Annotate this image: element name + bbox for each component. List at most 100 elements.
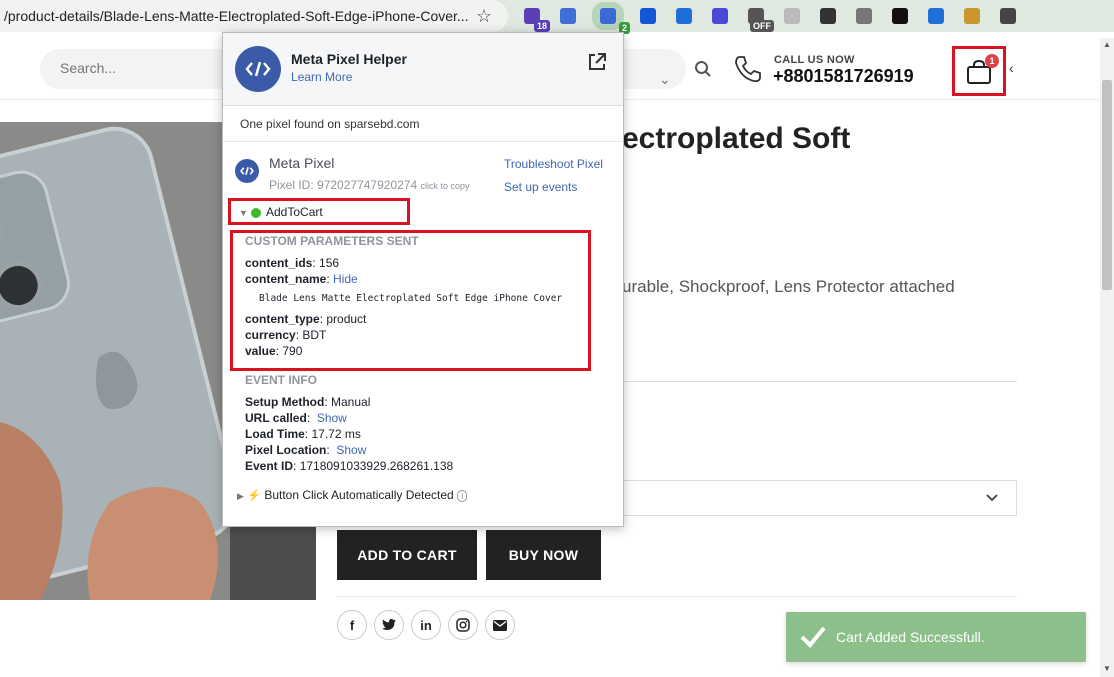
page-scrollbar[interactable]: ▲ ▼ xyxy=(1100,38,1114,677)
setup-events-link[interactable]: Set up events xyxy=(504,180,577,194)
url-text[interactable]: /product-details/Blade-Lens-Matte-Electr… xyxy=(4,8,469,24)
expand-triangle-icon[interactable]: ▶ xyxy=(237,491,244,501)
pixel-helper-logo-icon xyxy=(235,46,281,92)
facebook-icon[interactable]: f xyxy=(337,610,367,640)
custom-params-title: CUSTOM PARAMETERS SENT xyxy=(245,234,419,248)
learn-more-link[interactable]: Learn More xyxy=(291,70,352,84)
cart-count-badge: 1 xyxy=(985,54,999,68)
info-icon[interactable]: i xyxy=(457,490,468,502)
cart-success-toast[interactable]: Cart Added Successfull. xyxy=(786,612,1086,662)
info-load-time: Load Time: 17.72 ms xyxy=(245,427,361,441)
show-url-link[interactable]: Show xyxy=(317,411,347,425)
check-icon xyxy=(800,626,826,648)
gear-ext-icon[interactable] xyxy=(708,4,732,28)
event-info-title: EVENT INFO xyxy=(245,373,318,387)
instagram-icon[interactable] xyxy=(448,610,478,640)
qr-ext-icon[interactable] xyxy=(816,4,840,28)
click-to-copy[interactable]: click to copy xyxy=(420,181,469,191)
ghost-ext-icon[interactable] xyxy=(888,4,912,28)
expand-triangle-icon[interactable]: ▼ xyxy=(239,208,248,218)
globe-ext-icon[interactable] xyxy=(852,4,876,28)
eye-ext-icon[interactable] xyxy=(672,4,696,28)
category-chevron-icon[interactable]: ⌄ xyxy=(659,71,671,88)
phone-icon xyxy=(735,56,761,83)
auto-detected-row[interactable]: ▶ ⚡ Button Click Automatically Detected … xyxy=(237,488,468,502)
param-content-name: content_name: Hide xyxy=(245,272,358,286)
toast-message: Cart Added Successfull. xyxy=(836,629,985,645)
screen: { "browser": { "url": "/product-details/… xyxy=(0,0,1114,677)
tag-ext-icon[interactable] xyxy=(924,4,948,28)
extensions-row: 18 2 OFF xyxy=(520,2,1032,34)
event-row-addtocart[interactable]: ▼ AddToCart xyxy=(228,198,410,225)
pixel-helper-ext-icon[interactable]: 2 xyxy=(592,2,630,34)
auto-detected-text: Button Click Automatically Detected xyxy=(264,488,454,502)
divider xyxy=(622,381,1017,382)
social-share-row: f in xyxy=(337,610,515,640)
calendar-ext-icon[interactable]: 18 xyxy=(520,4,550,32)
globe-ext-glyph xyxy=(856,8,872,24)
product-description: urable, Shockproof, Lens Protector attac… xyxy=(622,277,955,296)
gear-ext-glyph xyxy=(712,8,728,24)
link-ext-glyph xyxy=(784,8,800,24)
troubleshoot-pixel-link[interactable]: Troubleshoot Pixel xyxy=(504,157,603,171)
lightning-icon: ⚡ xyxy=(247,490,261,502)
call-label: CALL US NOW xyxy=(774,54,855,66)
pixel-helper-popup: Meta Pixel Helper Learn More One pixel f… xyxy=(222,32,624,527)
off-ext-icon[interactable]: OFF xyxy=(744,4,774,32)
link-ext-icon[interactable] xyxy=(780,4,804,28)
show-location-link[interactable]: Show xyxy=(336,443,366,457)
param-value: value: 790 xyxy=(245,344,303,358)
person-ext-glyph xyxy=(964,8,980,24)
twitter-icon[interactable] xyxy=(374,610,404,640)
info-setup-method: Setup Method: Manual xyxy=(245,395,371,409)
puzzle-icon[interactable] xyxy=(996,4,1020,28)
param-currency: currency: BDT xyxy=(245,328,327,342)
chevron-left-icon[interactable]: ‹ xyxy=(1009,60,1014,76)
linkedin-icon[interactable]: in xyxy=(411,610,441,640)
divider xyxy=(223,141,623,142)
success-check-icon xyxy=(251,208,261,218)
event-name: AddToCart xyxy=(266,205,323,219)
product-title: ectroplated Soft xyxy=(622,122,851,155)
scroll-up-arrow-icon[interactable]: ▲ xyxy=(1103,40,1111,49)
qr-ext-glyph xyxy=(820,8,836,24)
external-link-icon[interactable] xyxy=(587,52,607,72)
ghost-ext-glyph xyxy=(892,8,908,24)
content-name-value: Blade Lens Matte Electroplated Soft Edge… xyxy=(259,293,563,304)
pixel-helper-ext-glyph xyxy=(600,8,616,24)
meta-pixel-icon xyxy=(235,159,259,183)
reader-ext-glyph xyxy=(560,8,576,24)
person-ext-icon[interactable] xyxy=(960,4,984,28)
chevron-down-icon[interactable] xyxy=(984,489,1000,505)
buy-now-button[interactable]: BUY NOW xyxy=(486,530,601,580)
info-event-id: Event ID: 1718091033929.268261.138 xyxy=(245,459,454,473)
param-content-type: content_type: product xyxy=(245,312,367,326)
divider xyxy=(337,596,1017,597)
layers-ext-glyph xyxy=(640,8,656,24)
phone-number[interactable]: +8801581726919 xyxy=(773,66,914,87)
bookmark-star-icon[interactable]: ☆ xyxy=(476,6,492,27)
pixel-id-row: Pixel ID: 972027747920274 click to copy xyxy=(269,178,470,192)
email-icon[interactable] xyxy=(485,610,515,640)
cart-button[interactable]: 1 xyxy=(952,46,1006,96)
info-pixel-location: Pixel Location: Show xyxy=(245,443,367,457)
info-url-called: URL called: Show xyxy=(245,411,347,425)
reader-ext-icon[interactable] xyxy=(556,4,580,28)
layers-ext-icon[interactable] xyxy=(636,4,660,28)
pixel-id[interactable]: 972027747920274 xyxy=(317,178,417,192)
scroll-down-arrow-icon[interactable]: ▼ xyxy=(1103,664,1111,673)
variant-select[interactable] xyxy=(622,480,1017,516)
hide-link[interactable]: Hide xyxy=(333,272,358,286)
param-content-ids: content_ids: 156 xyxy=(245,256,340,270)
extension-badge: 18 xyxy=(533,20,550,32)
pixel-id-label: Pixel ID: xyxy=(269,178,314,192)
popup-title: Meta Pixel Helper xyxy=(291,51,407,67)
add-to-cart-button[interactable]: ADD TO CART xyxy=(337,530,477,580)
eye-ext-glyph xyxy=(676,8,692,24)
search-icon[interactable] xyxy=(694,60,712,78)
scroll-thumb[interactable] xyxy=(1102,80,1112,290)
puzzle-glyph xyxy=(1000,8,1016,24)
extension-badge: OFF xyxy=(750,20,774,32)
address-bar[interactable]: /product-details/Blade-Lens-Matte-Electr… xyxy=(0,0,508,32)
pixel-found-text: One pixel found on sparsebd.com xyxy=(240,117,420,131)
